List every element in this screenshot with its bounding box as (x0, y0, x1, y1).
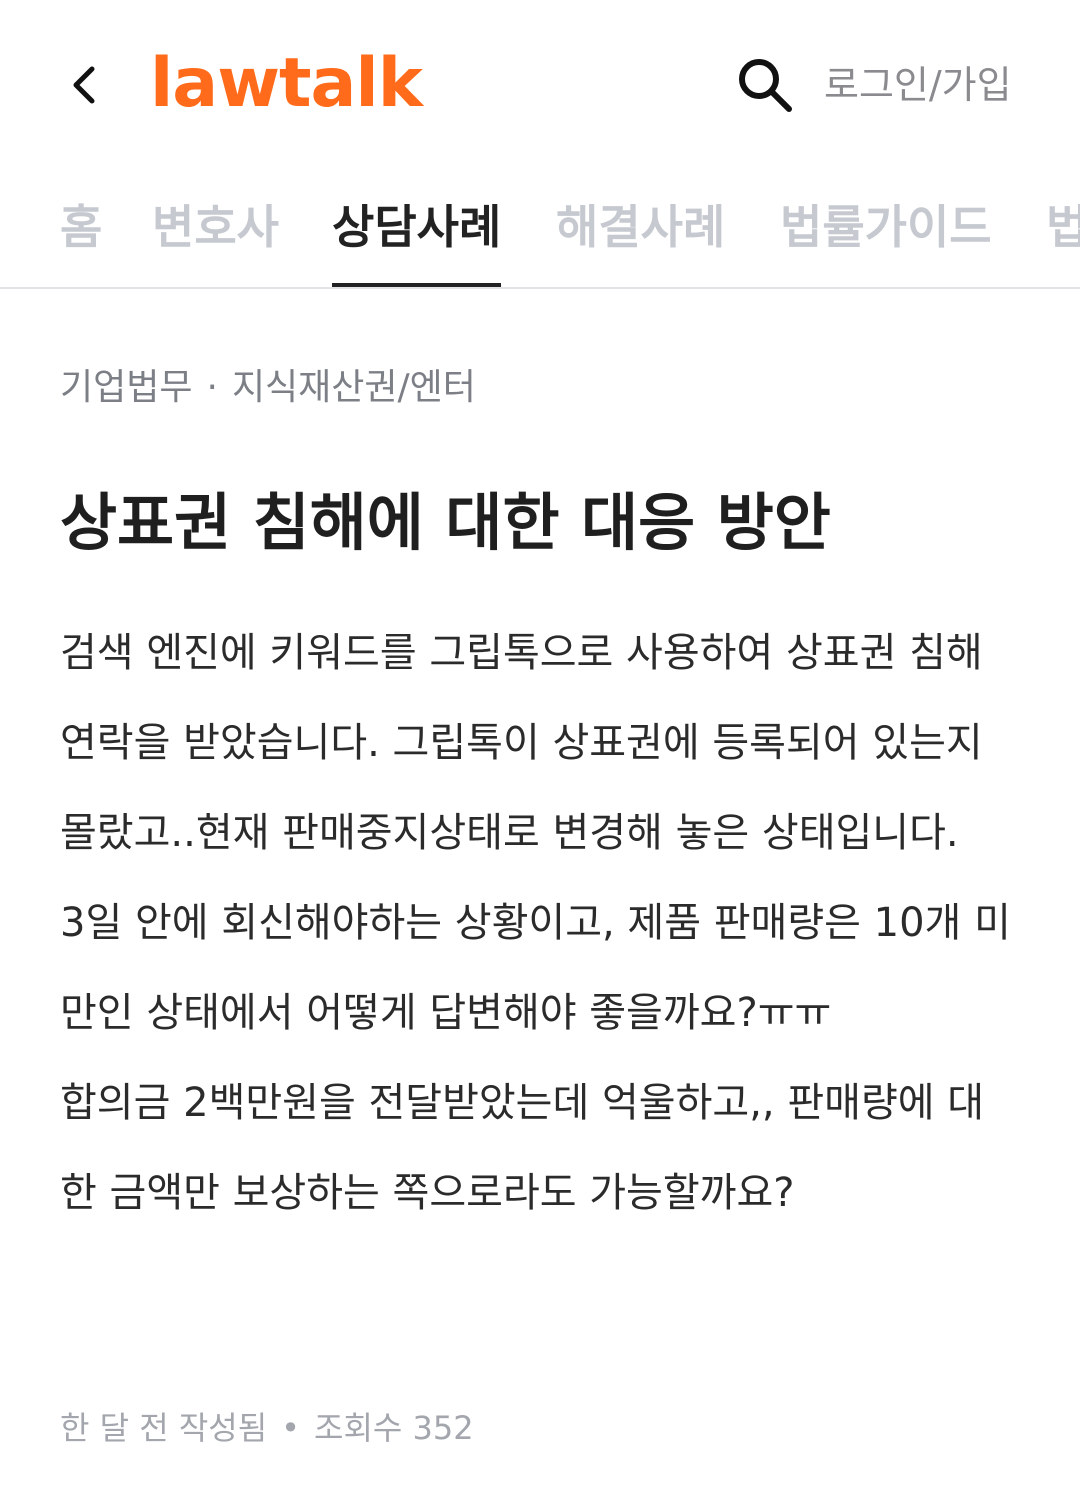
top-header: lawtalk 로그인/가입 (0, 0, 1080, 165)
tab-more[interactable]: 법 (1046, 195, 1080, 287)
login-signup-link[interactable]: 로그인/가입 (824, 58, 1012, 112)
tab-home[interactable]: 홈 (60, 195, 102, 287)
post-paragraph: 3일 안에 회신해야하는 상황이고, 제품 판매량은 10개 미만인 상태에서 … (60, 900, 1011, 1036)
lawtalk-logo[interactable]: lawtalk (150, 44, 423, 124)
category-tabs: 홈 변호사 상담사례 해결사례 법률가이드 법 (0, 165, 1080, 289)
tab-legal-guide[interactable]: 법률가이드 (780, 195, 992, 287)
search-icon (739, 59, 792, 112)
search-button[interactable] (735, 55, 795, 115)
breadcrumb-category-link[interactable]: 기업법무 (60, 367, 192, 408)
post-paragraph: 검색 엔진에 키워드를 그립톡으로 사용하여 상표권 침해 연락을 받았습니다.… (60, 630, 983, 856)
post-meta: 한 달 전 작성됨 • 조회수 352 (60, 1402, 474, 1454)
post-title: 상표권 침해에 대한 대응 방안 (60, 486, 831, 559)
breadcrumb: 기업법무 · 지식재산권/엔터 (60, 362, 476, 414)
tab-lawyers[interactable]: 변호사 (152, 195, 279, 287)
post-paragraph: 합의금 2백만원을 전달받았는데 억울하고,, 판매량에 대한 금액만 보상하는… (60, 1080, 985, 1216)
breadcrumb-separator: · (206, 367, 218, 408)
breadcrumb-subcategory-link[interactable]: 지식재산권/엔터 (232, 367, 476, 408)
post-body: 검색 엔진에 키워드를 그립톡으로 사용하여 상표권 침해 연락을 받았습니다.… (60, 608, 1020, 1238)
back-button[interactable] (66, 62, 106, 108)
view-count: 조회수 352 (314, 1409, 474, 1447)
chevron-left-icon (73, 66, 95, 104)
written-time: 한 달 전 작성됨 (60, 1409, 268, 1447)
tab-consultation-cases[interactable]: 상담사례 (332, 195, 502, 287)
meta-separator: • (281, 1409, 301, 1447)
tab-resolved-cases[interactable]: 해결사례 (556, 195, 725, 287)
